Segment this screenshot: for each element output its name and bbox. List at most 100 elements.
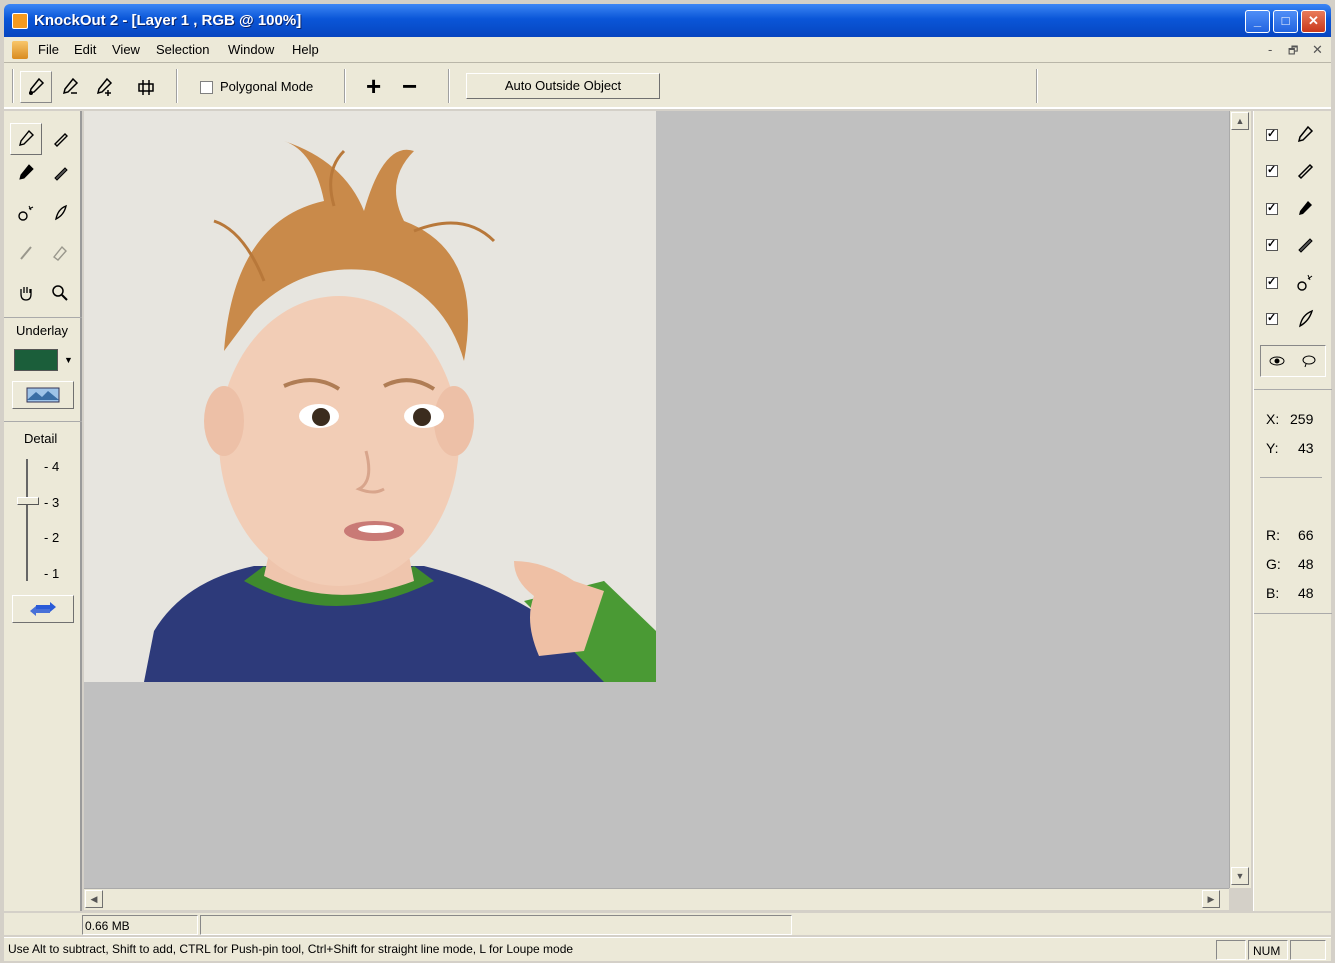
memory-status: 0.66 MB xyxy=(82,915,198,935)
show-inside-fill-checkbox[interactable] xyxy=(1266,201,1278,215)
show-magic-brush-row[interactable] xyxy=(1266,267,1326,299)
y-label: Y: xyxy=(1266,440,1279,456)
minimize-button[interactable]: _ xyxy=(1245,10,1270,33)
swap-button[interactable] xyxy=(12,595,74,623)
detail-slider-track[interactable] xyxy=(26,459,28,581)
show-outside-fill-checkbox[interactable] xyxy=(1266,237,1278,251)
status-bar-top: 0.66 MB xyxy=(4,913,1331,935)
magic-brush-tool[interactable] xyxy=(10,197,42,229)
mdi-close-button[interactable]: ✕ xyxy=(1312,42,1323,58)
pen-fill-icon xyxy=(1298,238,1313,253)
x-label: X: xyxy=(1266,411,1280,427)
document-icon[interactable] xyxy=(12,41,28,59)
detail-tick-4: - 4 xyxy=(44,459,60,474)
detail-tick-3: - 3 xyxy=(44,495,60,510)
hand-tool[interactable] xyxy=(10,277,42,309)
scroll-down-button[interactable]: ▼ xyxy=(1231,867,1249,885)
g-value: 48 xyxy=(1298,556,1314,572)
show-magic-brush-checkbox[interactable] xyxy=(1266,275,1278,289)
panel-divider xyxy=(1254,389,1332,390)
x-value: 259 xyxy=(1290,411,1314,427)
underlay-image-button[interactable] xyxy=(12,381,74,409)
g-label: G: xyxy=(1266,556,1281,572)
detail-tick-2: - 2 xyxy=(44,530,60,545)
outside-fill-tool[interactable] xyxy=(44,157,76,189)
polygonal-mode-checkbox[interactable] xyxy=(200,81,213,94)
mdi-restore-button[interactable]: 🗗 xyxy=(1288,42,1298,61)
dropper-icon xyxy=(19,129,34,146)
minus-button[interactable]: − xyxy=(402,73,417,99)
show-inside-checkbox[interactable] xyxy=(1266,127,1278,141)
menu-help[interactable]: Help xyxy=(292,42,319,57)
dropper-icon xyxy=(28,77,45,95)
feather-tool[interactable] xyxy=(44,197,76,229)
app-icon xyxy=(12,13,28,29)
menu-window[interactable]: Window xyxy=(228,42,274,57)
show-feather-row[interactable] xyxy=(1266,303,1326,335)
hint-text: Use Alt to subtract, Shift to add, CTRL … xyxy=(8,942,574,956)
chevron-down-icon[interactable]: ▼ xyxy=(64,355,73,365)
r-label: R: xyxy=(1266,527,1280,543)
scroll-right-button[interactable]: ▶ xyxy=(1202,890,1220,908)
dropper-plus-icon xyxy=(96,77,113,96)
hand-icon xyxy=(20,287,32,301)
sparkle-brush-icon xyxy=(1297,274,1313,291)
toolbar-separator xyxy=(176,69,178,103)
pen-fill-icon xyxy=(54,167,68,181)
show-inside-row[interactable] xyxy=(1266,119,1326,151)
horizontal-scrollbar[interactable]: ◀ ▶ xyxy=(84,888,1229,910)
underlay-label: Underlay xyxy=(16,323,69,338)
view-mode-group xyxy=(1260,345,1326,377)
vertical-scrollbar[interactable]: ▲ ▼ xyxy=(1229,111,1251,888)
menu-selection[interactable]: Selection xyxy=(156,42,209,57)
detail-tick-1: - 1 xyxy=(44,566,60,581)
auto-outside-object-button[interactable]: Auto Outside Object xyxy=(466,73,660,99)
plus-button[interactable]: + xyxy=(366,73,381,99)
landscape-icon xyxy=(26,387,60,403)
close-button[interactable]: ✕ xyxy=(1301,10,1326,33)
inside-object-tool-2-button[interactable] xyxy=(88,71,120,103)
detail-label: Detail xyxy=(24,431,58,446)
dropper-fill-icon xyxy=(1299,201,1312,215)
pen-icon xyxy=(54,133,68,147)
right-visibility-panel: X: 259 Y: 43 R: 66 G: 48 B: 48 xyxy=(1253,111,1332,911)
panel-divider xyxy=(1254,613,1332,614)
show-feather-checkbox[interactable] xyxy=(1266,311,1278,325)
detail-slider-thumb[interactable] xyxy=(17,497,39,505)
toolbar-separator xyxy=(448,69,450,103)
menu-file[interactable]: File xyxy=(38,42,59,57)
show-outside-row[interactable] xyxy=(1266,155,1326,187)
inside-selection-tool[interactable] xyxy=(10,123,42,155)
show-outside-checkbox[interactable] xyxy=(1266,163,1278,177)
zoom-tool[interactable] xyxy=(44,277,76,309)
scroll-up-button[interactable]: ▲ xyxy=(1231,112,1249,130)
mdi-minimize-button[interactable]: - xyxy=(1268,42,1272,57)
show-inside-fill-row[interactable] xyxy=(1266,193,1326,225)
left-tool-panel: Underlay ▼ Detail - 4 - 3 - 2 - 1 xyxy=(4,111,82,911)
swap-arrows-icon xyxy=(30,602,56,616)
y-value: 43 xyxy=(1298,440,1314,456)
polygonal-mode-label: Polygonal Mode xyxy=(220,79,314,94)
window-title: KnockOut 2 - [Layer 1 , RGB @ 100%] xyxy=(34,12,302,29)
inside-fill-tool[interactable] xyxy=(10,157,42,189)
progress-status xyxy=(200,915,792,935)
push-pin-tool-button[interactable] xyxy=(130,71,162,103)
menu-edit[interactable]: Edit xyxy=(74,42,96,57)
status-bar-bottom: Use Alt to subtract, Shift to add, CTRL … xyxy=(4,937,1331,961)
underlay-color-swatch[interactable] xyxy=(14,349,58,371)
photo-layer[interactable] xyxy=(84,111,656,682)
maximize-button[interactable]: □ xyxy=(1273,10,1298,33)
menu-view[interactable]: View xyxy=(112,42,140,57)
caps-status xyxy=(1216,940,1246,960)
scroll-left-button[interactable]: ◀ xyxy=(85,890,103,908)
dropper-icon xyxy=(1297,125,1314,143)
show-outside-fill-row[interactable] xyxy=(1266,229,1326,261)
feather-icon xyxy=(1299,309,1314,328)
inside-object-tool-button[interactable] xyxy=(20,71,52,103)
brush-tool-disabled xyxy=(10,237,42,269)
toolbar-separator xyxy=(12,69,14,103)
eye-icon[interactable] xyxy=(1261,346,1293,376)
outside-selection-tool[interactable] xyxy=(44,123,76,155)
lasso-icon[interactable] xyxy=(1293,346,1325,376)
outside-object-tool-button[interactable] xyxy=(54,71,86,103)
